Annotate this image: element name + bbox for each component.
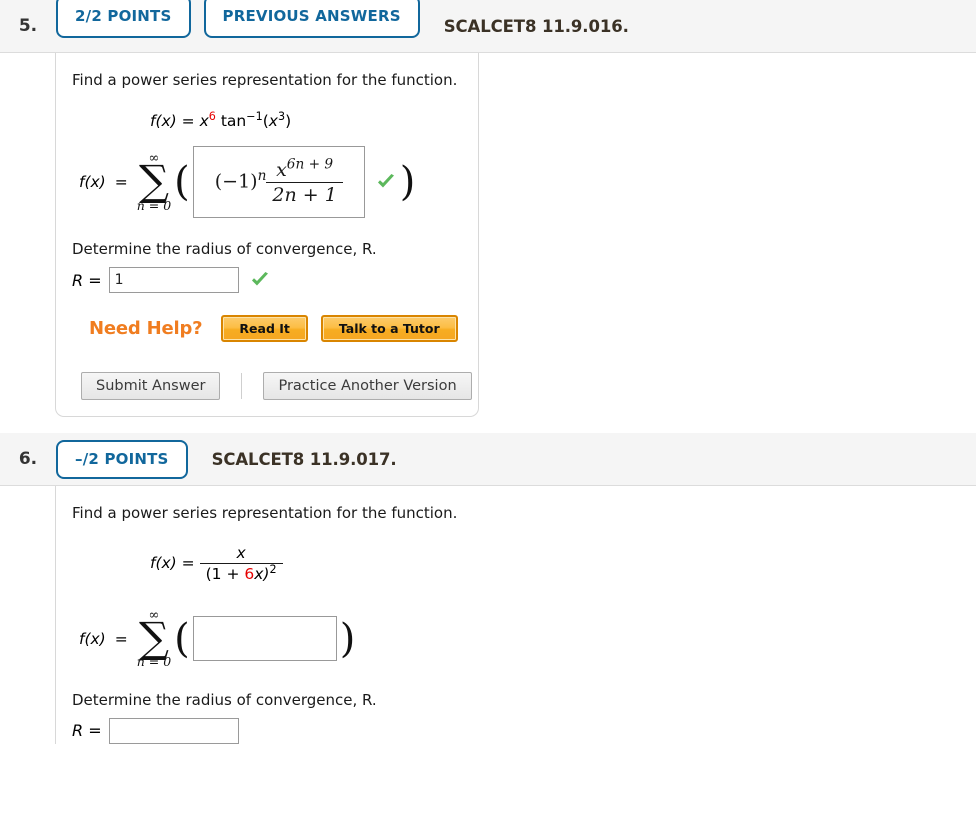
radius-label-5: R = <box>72 270 102 290</box>
paren-close-5: ) <box>399 159 416 206</box>
correct-check-icon-radius-5 <box>249 269 271 291</box>
fn-base-5: x <box>199 112 209 131</box>
fx-label-6: f(x) <box>150 553 177 572</box>
den-open-6: (1 + <box>205 564 245 583</box>
series-fx-label-5: f(x) <box>79 173 106 192</box>
function-numerator-6: x <box>236 543 246 562</box>
series-row-6: f(x) = ∞ ∑ n = 0 ( ) <box>79 609 479 669</box>
function-fraction-6: x (1 + 6x)2 <box>199 543 283 583</box>
function-expression-5: f(x) = x6 tan−1(x3) <box>150 110 478 131</box>
correct-check-icon-series-5 <box>375 171 397 193</box>
question-gap <box>0 417 976 434</box>
den-coefficient-6: 6 <box>244 564 255 583</box>
fn-arg-close-5: ) <box>285 112 292 131</box>
question-code-6: SCALCET8 11.9.017. <box>211 449 397 469</box>
question-panel-5: Find a power series representation for t… <box>55 53 479 418</box>
series-equals-5: = <box>114 173 128 192</box>
answer-fraction-denominator-5: 2n + 1 <box>266 181 343 206</box>
answer-sign-exponent-5: n <box>257 167 267 184</box>
series-fx-label-6: f(x) <box>79 629 106 648</box>
question-panel-6: Find a power series representation for t… <box>55 486 479 744</box>
practice-another-version-button-5[interactable]: Practice Another Version <box>263 372 472 401</box>
den-variable-6: x) <box>254 564 270 583</box>
prompt-5: Find a power series representation for t… <box>72 71 458 89</box>
question-code-5: SCALCET8 11.9.016. <box>443 16 629 36</box>
question-body-5: Find a power series representation for t… <box>0 53 976 418</box>
series-answer-box-5[interactable]: (−1)n x6n + 9 2n + 1 <box>192 146 365 219</box>
radius-prompt-5: Determine the radius of convergence, R. <box>72 240 377 259</box>
paren-open-5: ( <box>174 159 190 206</box>
radius-row-6: R = <box>72 717 479 744</box>
answer-num-exponent-5: 6n + 9 <box>286 156 334 173</box>
radius-label-6: R = <box>72 721 102 741</box>
series-answer-box-6[interactable] <box>192 616 337 662</box>
question-number-5: 5. <box>18 16 38 36</box>
radius-row-5: R = <box>72 267 478 294</box>
answer-fraction-5: x6n + 9 2n + 1 <box>266 156 343 206</box>
equals-sign-5: = <box>181 112 195 131</box>
fx-label-5: f(x) <box>150 112 177 131</box>
question-body-6: Find a power series representation for t… <box>0 486 976 744</box>
question-number-6: 6. <box>18 449 38 470</box>
den-exponent-6: 2 <box>269 562 277 576</box>
series-row-5: f(x) = ∞ ∑ n = 0 ( (−1)nx6n + 92n + 1 <box>79 146 478 219</box>
sigma-icon: ∑ <box>138 612 169 662</box>
action-separator <box>241 373 243 400</box>
question-header-6: 6. –/2 POINTS SCALCET8 11.9.017. <box>0 433 976 487</box>
radius-prompt-6: Determine the radius of convergence, R. <box>72 690 377 709</box>
fn-arg-exponent-5: 3 <box>277 110 286 124</box>
talk-to-tutor-button-5[interactable]: Talk to a Tutor <box>320 315 458 343</box>
answer-fraction-numerator-5: x6n + 9 <box>266 156 342 182</box>
points-badge-6[interactable]: –/2 POINTS <box>56 439 188 479</box>
paren-close-6: ) <box>339 615 356 662</box>
summation-symbol-5: ∞ ∑ n = 0 <box>137 152 171 212</box>
summation-lower-limit-5: n = 0 <box>136 197 172 213</box>
radius-input-6[interactable] <box>108 717 239 744</box>
fn-arg-5: x <box>268 112 278 131</box>
prompt-6: Find a power series representation for t… <box>72 504 458 523</box>
summation-lower-limit-6: n = 0 <box>136 654 172 670</box>
series-answer-expression-5: (−1)n x6n + 9 2n + 1 <box>214 156 343 206</box>
points-badge-5[interactable]: 2/2 POINTS <box>56 0 191 38</box>
submit-answer-button-5[interactable]: Submit Answer <box>81 372 221 401</box>
fn-trig-5: tan <box>220 112 247 131</box>
equals-sign-6: = <box>181 553 195 572</box>
question-header-5: 5. 2/2 POINTS PREVIOUS ANSWERS SCALCET8 … <box>0 0 976 53</box>
radius-input-5[interactable] <box>108 267 239 294</box>
answer-sign-5: (−1) <box>214 170 258 193</box>
summation-symbol-6: ∞ ∑ n = 0 <box>137 609 171 669</box>
need-help-row-5: Need Help? Read It Talk to a Tutor <box>89 315 478 343</box>
answer-num-base-5: x <box>276 158 287 181</box>
function-expression-6: f(x) = x (1 + 6x)2 <box>150 544 479 583</box>
fn-trig-exponent-5: −1 <box>246 110 263 124</box>
series-equals-6: = <box>114 629 128 648</box>
actions-row-5: Submit Answer Practice Another Version <box>81 372 478 416</box>
previous-answers-badge-5[interactable]: PREVIOUS ANSWERS <box>203 0 420 38</box>
paren-open-6: ( <box>174 615 190 662</box>
function-denominator-6: (1 + 6x)2 <box>199 562 283 583</box>
sigma-icon: ∑ <box>138 156 169 206</box>
fn-base-exponent-5: 6 <box>208 110 216 124</box>
read-it-button-5[interactable]: Read It <box>221 315 308 343</box>
page-root: 5. 2/2 POINTS PREVIOUS ANSWERS SCALCET8 … <box>0 0 976 820</box>
need-help-label-5: Need Help? <box>89 318 203 340</box>
